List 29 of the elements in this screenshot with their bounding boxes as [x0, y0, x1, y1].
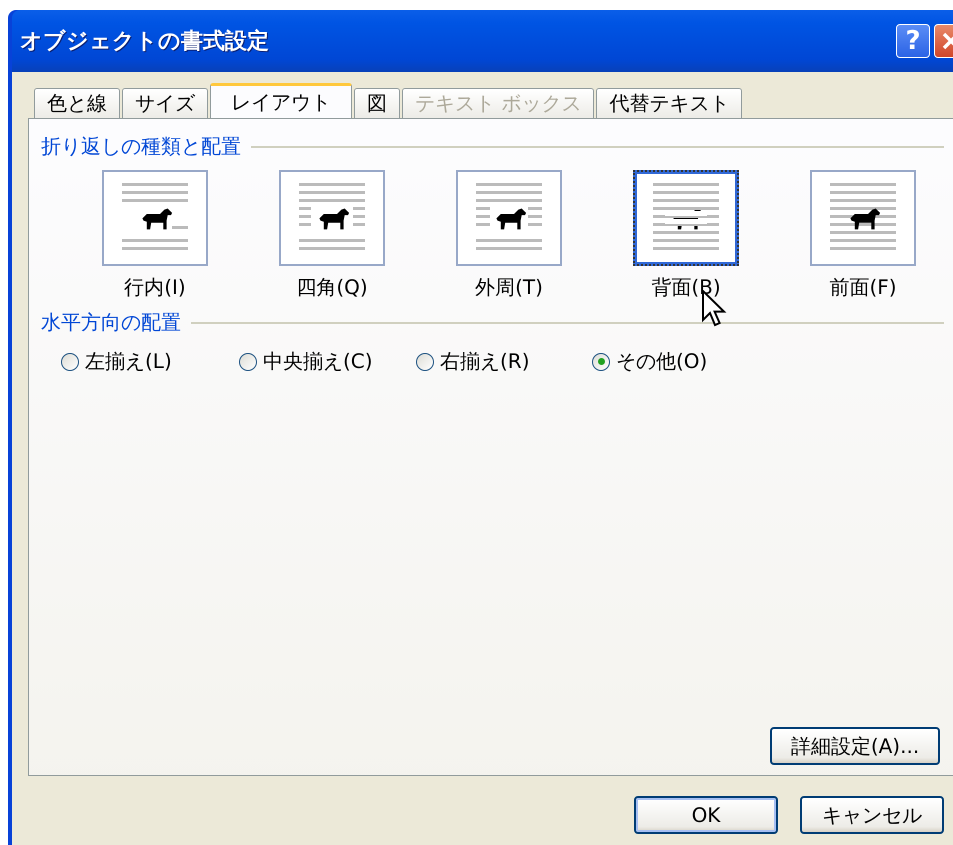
wrap-style-option[interactable]: [279, 170, 385, 266]
radio-button[interactable]: [592, 352, 610, 370]
wrap-style-option[interactable]: [456, 170, 562, 266]
wrap-style-label: 四角(Q): [296, 274, 368, 301]
tab[interactable]: 色と線: [34, 88, 120, 118]
tab[interactable]: サイズ: [122, 88, 208, 118]
wrap-style-option[interactable]: [633, 170, 739, 266]
wrap-style-label: 外周(T): [475, 274, 543, 301]
group-heading: 折り返しの種類と配置: [41, 133, 241, 160]
wrap-style-option[interactable]: [102, 170, 208, 266]
advanced-settings-button[interactable]: 詳細設定(A)...: [770, 727, 940, 765]
group-heading: 水平方向の配置: [41, 309, 181, 336]
radio-label: その他(O): [616, 348, 708, 375]
radio-label: 中央揃え(C): [263, 348, 373, 375]
window-title: オブジェクトの書式設定: [20, 28, 270, 56]
dialog-button[interactable]: OK: [634, 796, 778, 834]
tab[interactable]: 代替テキスト: [596, 88, 742, 118]
radio-label: 左揃え(L): [85, 348, 172, 375]
help-button[interactable]: ?: [896, 24, 930, 58]
radio-button[interactable]: [61, 352, 79, 370]
radio-button[interactable]: [239, 352, 257, 370]
tab[interactable]: レイアウト: [210, 83, 352, 119]
tab[interactable]: 図: [354, 88, 400, 118]
radio-label: 右揃え(R): [440, 348, 530, 375]
wrap-style-option[interactable]: [810, 170, 916, 266]
wrap-style-label: 行内(I): [124, 274, 186, 301]
dialog-button[interactable]: キャンセル: [800, 796, 944, 834]
wrap-style-label: 前面(F): [829, 274, 897, 301]
radio-button[interactable]: [416, 352, 434, 370]
